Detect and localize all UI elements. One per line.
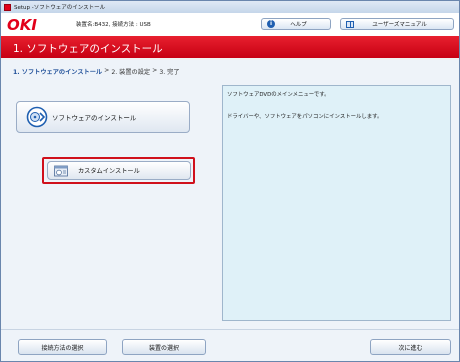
page-title: 1. ソフトウェアのインストール (13, 43, 163, 55)
description-text: ドライバーや、ソフトウェアをパソコンにインストールします。 (227, 114, 383, 120)
user-manual-button[interactable]: ユーザーズマニュアル (340, 18, 454, 30)
header: OKI 装置名:B432, 接続方法 : USB i ヘルプ ユーザーズマニュア… (1, 13, 459, 36)
window-title: Setup -ソフトウェアのインストール (14, 5, 106, 11)
oki-logo: OKI (7, 16, 37, 34)
next-label: 次に進む (398, 344, 423, 352)
breadcrumb-separator: > (104, 67, 110, 74)
banner-divider (1, 58, 459, 60)
help-icon: i (267, 20, 275, 28)
next-button[interactable]: 次に進む (370, 339, 451, 355)
help-label: ヘルプ (290, 22, 307, 28)
breadcrumb-step-1: 1. ソフトウェアのインストール (13, 69, 103, 76)
app-icon (4, 3, 11, 11)
custom-install-button[interactable]: カスタムインストール (47, 161, 191, 180)
device-select-label: 装置の選択 (148, 344, 179, 352)
device-select-button[interactable]: 装置の選択 (122, 339, 206, 355)
breadcrumb-separator: > (152, 67, 158, 74)
setup-window: Setup -ソフトウェアのインストール OKI 装置名:B432, 接続方法 … (0, 0, 460, 362)
description-panel: ソフトウェアDVDのメインメニューです。 ドライバーや、ソフトウェアをパソコンに… (222, 85, 451, 321)
custom-install-icon (54, 165, 68, 176)
install-software-label: ソフトウェアのインストール (52, 114, 137, 122)
manual-book-icon (346, 20, 354, 28)
breadcrumb: 1. ソフトウェアのインストール > 2. 装置の設定 > 3. 完了 (13, 67, 180, 76)
step-banner: 1. ソフトウェアのインストール (1, 36, 459, 58)
custom-install-label: カスタムインストール (78, 168, 140, 175)
description-text: ソフトウェアDVDのメインメニューです。 (227, 92, 330, 98)
title-bar: Setup -ソフトウェアのインストール (1, 1, 459, 13)
software-install-icon (26, 106, 48, 128)
connection-method-button[interactable]: 接続方法の選択 (18, 339, 107, 355)
help-button[interactable]: i ヘルプ (261, 18, 331, 30)
device-info: 装置名:B432, 接続方法 : USB (76, 22, 151, 28)
user-manual-label: ユーザーズマニュアル (372, 22, 427, 28)
breadcrumb-step-2: 2. 装置の設定 (111, 69, 151, 76)
breadcrumb-step-3: 3. 完了 (159, 69, 180, 76)
connection-method-label: 接続方法の選択 (41, 344, 84, 352)
install-software-button[interactable]: ソフトウェアのインストール (16, 101, 190, 133)
footer-divider (1, 329, 459, 330)
